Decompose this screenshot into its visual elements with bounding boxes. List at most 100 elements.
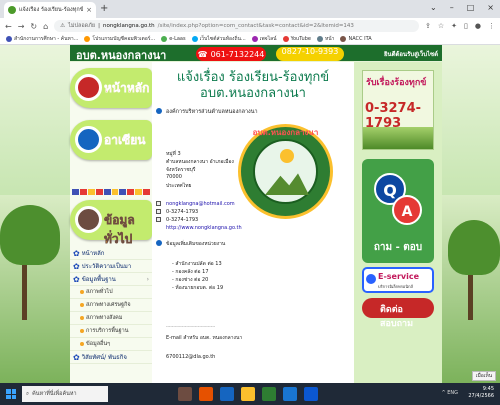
info-menu-label: ข้อมูลทั่วไป [104,213,135,246]
bookmark-favicon-icon [6,36,12,42]
close-window-button[interactable]: × [487,3,494,12]
bookmark-item[interactable]: YouTube [282,36,311,42]
tree-left [0,205,60,265]
forward-arrow-icon[interactable]: → [18,22,25,31]
reload-icon[interactable]: ↻ [30,22,37,31]
minimize-button[interactable]: – [450,3,454,12]
home-menu-button[interactable]: หน้าหลัก [70,68,152,108]
extensions-icon[interactable]: ✦ [451,22,457,30]
url-separator: | [98,23,100,29]
complaint-box[interactable]: รับเรื่องร้องทุกข์ 0-3274-1793 [362,70,434,150]
menu-item[interactable]: ✿ วิสัยทัศน์/ พันธกิจ [70,351,152,364]
bookmark-label: เว็บไซต์ส่วนท้องถิ่น... [199,36,246,42]
submenu-item[interactable]: สภาพทางสังคม [70,312,152,325]
flower-icon: ✿ [73,352,80,362]
share-icon[interactable]: ⇪ [425,22,431,30]
bookmark-favicon-icon [191,36,198,42]
bookmark-item[interactable]: สำนักงานการศึกษา - ค้นหา... [6,35,78,43]
back-arrow-icon[interactable]: ← [5,22,12,31]
contact-button[interactable]: ติดต่อสอบถาม [362,298,434,329]
bookmark-favicon-icon [161,36,168,42]
url-domain: nongklangna.go.th [102,23,155,29]
bookmark-item[interactable]: e-Laas [161,36,186,42]
chrome-icon[interactable] [304,387,318,401]
sidebar-icon[interactable]: ▯ [464,22,468,30]
house-icon [75,74,102,101]
info-circle-icon [156,240,162,246]
menu-item-label: หน้าหลัก [81,250,105,257]
system-tray[interactable]: ^ ENG [441,390,458,396]
url-field[interactable]: ⚠ ไม่ปลอดภัย | nongklangna.go.th/site/in… [54,20,419,32]
asean-flags [72,189,151,195]
star-icon[interactable]: ☆ [438,22,444,30]
seal-text: อบต.หนองกลางนา [252,128,319,137]
bookmark-item[interactable]: NACC ITA [340,36,372,42]
bookmark-item[interactable]: โปรแกรมบัญชีคอมพิวเตอร์... [84,35,155,43]
new-tab-button[interactable]: + [100,3,108,14]
bookmark-item[interactable]: หน้า [316,35,334,43]
word-icon[interactable] [283,387,297,401]
menu-item[interactable]: ✿ ประวัติความเป็นมา [70,260,152,273]
website-link[interactable]: http://www.nongklangna.go.th [166,225,242,231]
maximize-button[interactable]: □ [467,3,475,12]
organization-seal: อบต.หนองกลางนา [238,124,333,219]
complaint-title: รับเรื่องร้องทุกข์ [366,78,427,88]
rice-field-image [363,127,433,149]
warning-icon: ⚠ [60,23,66,29]
excel-icon[interactable] [262,387,276,401]
home-icon[interactable]: ⌂ [43,22,48,31]
bookmark-item[interactable]: เว็บไซต์ส่วนท้องถิ่น... [191,35,246,43]
tab-search-icon[interactable]: ⌄ [430,3,437,12]
menu-icon[interactable]: ⋮ [488,22,495,30]
contact-button-label: ติดต่อสอบถาม [380,305,414,329]
dash-divider: ---------------------------------- [166,324,216,329]
bookmarks-bar: สำนักงานการศึกษา - ค้นหา... โปรแกรมบัญชีค… [0,34,500,45]
flower-icon: ✿ [73,248,80,258]
expand-arrow-icon[interactable]: › [147,276,149,283]
window-controls: ⌄ – □ × [430,3,494,12]
email-icon [156,201,161,206]
email-link[interactable]: nongklangna@hotmail.com [166,201,235,207]
eservice-icon [366,274,376,284]
web-page: อบต.หนองกลางนา ☎ 061-7132244 0827-10-939… [0,45,500,383]
profile-icon[interactable]: ● [475,22,481,30]
menu-item[interactable]: ✿ ข้อมูลพื้นฐาน › [70,273,152,286]
site-favicon-icon [8,6,16,14]
info-menu-button[interactable]: ข้อมูลทั่วไป [70,200,152,246]
asean-menu-button[interactable]: อาเซียน [70,120,152,160]
menu-item[interactable]: ✿ หน้าหลัก [70,247,152,260]
submenu-item[interactable]: สภาพทางเศรษฐกิจ [70,299,152,312]
submenu-item[interactable]: ข้อมูลอื่นๆ [70,338,152,351]
asean-icon [75,126,102,153]
menu-item-label: ข้อมูลอื่นๆ [86,341,111,347]
security-label: ไม่ปลอดภัย [68,23,96,29]
seal-inner [253,139,318,204]
clock-date: 27/4/2566 [468,393,494,399]
submenu-item[interactable]: สภาพทั่วไป [70,286,152,299]
edge-icon[interactable] [220,387,234,401]
bullet-icon [80,329,84,333]
left-menu: หน้าหลัก อาเซียน ข้อมูลทั่วไป ✿ หน้าหลัก ✿… [70,62,152,383]
submenu-item[interactable]: การบริการพื้นฐาน [70,325,152,338]
eservice-banner[interactable]: E-service บริการอิเล็กทรอนิกส์ [362,267,434,293]
bookmark-label: เพจไลน์ [259,36,277,42]
office-icon[interactable] [199,387,213,401]
tab-close-icon[interactable]: × [86,6,92,14]
file-explorer-icon[interactable] [241,387,255,401]
bullet-icon [80,290,84,294]
qa-box[interactable]: Q A ถาม - ตอบ [362,159,434,263]
staff-line-1: - สำนักงานปลัด ต่อ 13 [172,261,222,267]
clock[interactable]: 9:45 27/4/2566 [468,386,494,400]
windows-start-icon[interactable] [6,389,16,399]
taskview-icon[interactable] [178,387,192,401]
browser-tab[interactable]: แจ้งเรื่อง ร้องเรียน-ร้องทุกข์ อบต.หนองก… [4,2,96,18]
asean-menu-label: อาเซียน [104,133,146,147]
site-banner: อบต.หนองกลางนา ☎ 061-7132244 0827-10-939… [70,45,442,62]
bookmark-item[interactable]: เพจไลน์ [251,35,277,43]
home-menu-label: หน้าหลัก [104,81,150,95]
contact-icon [156,108,162,114]
taskbar-search[interactable]: ⌕ ค้นหาที่นี่เพื่อค้นหา [22,386,108,402]
bullet-icon [80,303,84,307]
chat-button[interactable]: เมื่อเห็น [472,371,496,381]
menu-item-label: ประวัติความเป็นมา [81,263,132,270]
